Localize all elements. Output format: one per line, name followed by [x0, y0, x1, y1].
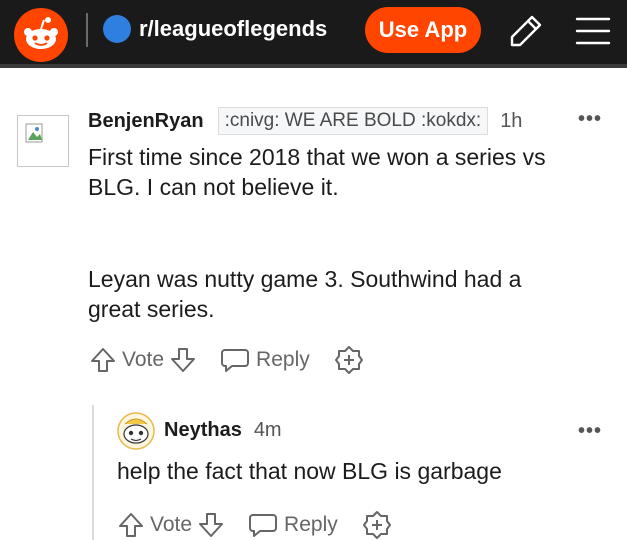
- comment-age: 1h: [500, 109, 523, 132]
- reply-icon[interactable]: [220, 346, 250, 374]
- comment-line: First time since 2018 that we won a seri…: [88, 144, 546, 170]
- downvote-icon[interactable]: [198, 511, 224, 539]
- comment-header: BenjenRyan :cnivg: WE ARE BOLD :kokdx: 1…: [88, 107, 522, 135]
- comment-author[interactable]: Neythas: [164, 419, 242, 442]
- comment-header: Neythas 4m: [164, 419, 282, 442]
- broken-image-icon: [25, 123, 43, 143]
- reddit-logo-icon[interactable]: [14, 8, 68, 62]
- subreddit-icon[interactable]: [103, 15, 131, 43]
- header-divider: [86, 13, 88, 47]
- more-options-button[interactable]: •••: [578, 420, 602, 443]
- avatar[interactable]: [17, 115, 69, 167]
- comment-line: Leyan was nutty game 3. Southwind had a: [88, 266, 522, 292]
- vote-label: Vote: [150, 513, 193, 536]
- reply-icon[interactable]: [248, 511, 278, 539]
- vote-label: Vote: [122, 348, 165, 371]
- downvote-icon[interactable]: [170, 346, 196, 374]
- award-icon[interactable]: [334, 345, 364, 375]
- comment-line: great series.: [88, 296, 215, 322]
- comment-actions: Vote Reply: [118, 510, 392, 540]
- menu-icon[interactable]: [575, 14, 611, 48]
- upvote-icon[interactable]: [118, 511, 144, 539]
- comment-body: Leyan was nutty game 3. Southwind had a …: [88, 264, 521, 324]
- award-icon[interactable]: [362, 510, 392, 540]
- subreddit-name[interactable]: r/leagueoflegends: [139, 16, 327, 42]
- reply-label[interactable]: Reply: [256, 348, 310, 372]
- upvote-icon[interactable]: [90, 346, 116, 374]
- user-flair: :cnivg: WE ARE BOLD :kokdx:: [217, 107, 489, 135]
- more-options-button[interactable]: •••: [578, 108, 602, 131]
- use-app-button[interactable]: Use App: [365, 7, 481, 53]
- comment-author[interactable]: BenjenRyan: [88, 110, 204, 133]
- reply-label[interactable]: Reply: [284, 513, 338, 537]
- avatar[interactable]: [117, 412, 155, 450]
- comment-actions: Vote Reply: [90, 345, 364, 375]
- comment-line: BLG. I can not believe it.: [88, 174, 339, 200]
- top-bar: r/leagueoflegends Use App: [0, 0, 627, 68]
- comment-body: help the fact that now BLG is garbage: [117, 458, 502, 484]
- comment-body: First time since 2018 that we won a seri…: [88, 142, 546, 202]
- pencil-icon[interactable]: [508, 13, 544, 49]
- comment-age: 4m: [253, 419, 282, 441]
- thread-line[interactable]: [92, 405, 94, 540]
